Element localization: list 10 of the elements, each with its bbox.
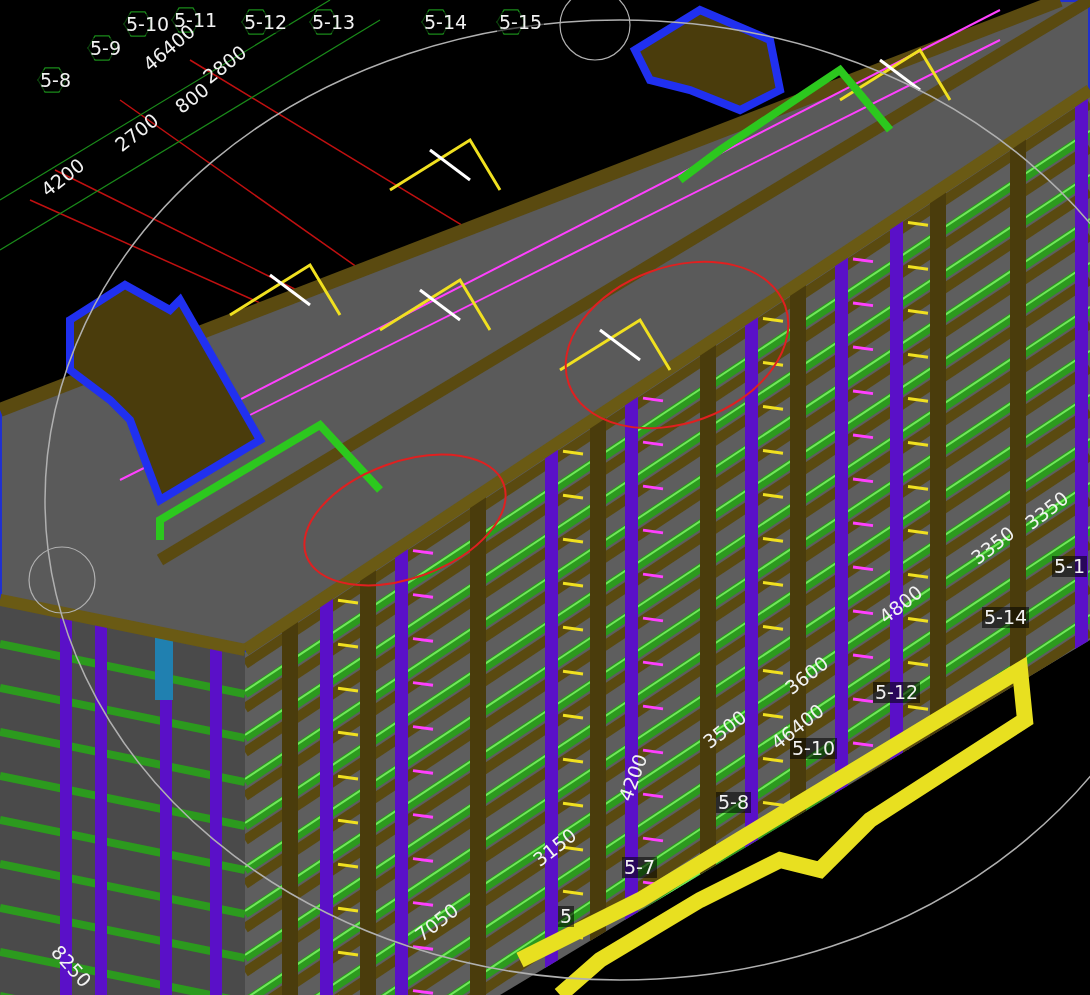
axis-label: 5-15	[497, 12, 545, 33]
axis-label: 5-1	[1052, 556, 1088, 577]
axis-label: 5-14	[422, 12, 470, 33]
dimension-label: 4200	[616, 751, 651, 804]
axis-label: 5-8	[716, 792, 752, 813]
axis-label: 5	[558, 906, 575, 927]
axis-label: 5-12	[873, 682, 921, 703]
axis-label: 5-7	[622, 857, 658, 878]
axis-label: 5-12	[242, 12, 290, 33]
axis-label: 5-14	[982, 607, 1030, 628]
